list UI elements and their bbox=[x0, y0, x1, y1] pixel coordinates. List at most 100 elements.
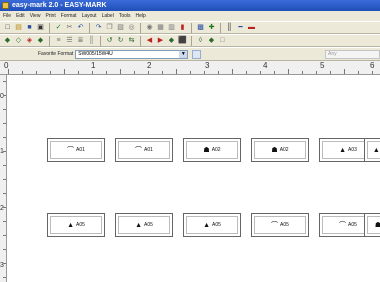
label-symbol-icon: ▲ bbox=[135, 221, 143, 229]
open-icon[interactable]: ▤ bbox=[14, 23, 23, 32]
label-tile[interactable]: ▲ A05 bbox=[47, 213, 105, 237]
print-icon[interactable]: ▣ bbox=[36, 23, 45, 32]
ruler-tick bbox=[218, 71, 219, 74]
undo-icon[interactable]: ↶ bbox=[76, 23, 85, 32]
menu-format[interactable]: Format bbox=[61, 13, 77, 19]
arrow-left-icon[interactable]: ◆ bbox=[3, 36, 12, 45]
align-right-icon[interactable]: ≣ bbox=[76, 36, 85, 45]
barcode-icon[interactable]: ║ bbox=[225, 23, 234, 32]
ruler-tick bbox=[3, 277, 6, 278]
label-tile[interactable]: ☗ A02 bbox=[183, 138, 241, 162]
label-text: A02 bbox=[211, 147, 221, 153]
align-left-icon[interactable]: ≡ bbox=[54, 36, 63, 45]
chevron-down-icon[interactable]: ▼ bbox=[179, 50, 188, 58]
ruler-tick bbox=[3, 95, 6, 96]
ruler-tick bbox=[106, 71, 107, 74]
table-icon[interactable]: ▥ bbox=[167, 23, 176, 32]
label-text: A05 bbox=[212, 222, 221, 228]
paste-icon[interactable]: ▧ bbox=[116, 23, 125, 32]
label-tile[interactable]: ▲A bbox=[364, 138, 380, 162]
arrow-down-icon[interactable]: ◈ bbox=[25, 36, 34, 45]
ruler-tick bbox=[3, 165, 6, 166]
vertical-ruler: 0123 bbox=[0, 75, 7, 282]
new-icon[interactable]: □ bbox=[3, 23, 12, 32]
menu-help[interactable]: Help bbox=[136, 13, 146, 19]
ruler-tick bbox=[3, 235, 6, 236]
ruler-number: 5 bbox=[320, 61, 325, 70]
ruler-tick bbox=[162, 71, 163, 74]
ruler-tick bbox=[372, 71, 373, 74]
rotate-right-icon[interactable]: ↻ bbox=[116, 36, 125, 45]
spellcheck-icon[interactable]: ✓ bbox=[54, 23, 63, 32]
menu-label[interactable]: Label bbox=[102, 13, 114, 19]
menu-print[interactable]: Print bbox=[45, 13, 55, 19]
label-tile[interactable]: ⌒ A01 bbox=[47, 138, 105, 162]
frame-icon[interactable]: □ bbox=[218, 36, 227, 45]
ungroup-icon[interactable]: ◊ bbox=[196, 36, 205, 45]
delete-icon[interactable]: ▬ bbox=[247, 23, 256, 32]
label-symbol-icon: ⌒ bbox=[135, 146, 143, 154]
apply-format-button[interactable] bbox=[192, 49, 202, 59]
label-symbol-icon: ▲ bbox=[67, 221, 75, 229]
toolbar-separator bbox=[89, 22, 90, 33]
redo-icon[interactable]: ↷ bbox=[94, 23, 103, 32]
ruler-tick bbox=[288, 69, 289, 74]
layer-icon[interactable]: ◆ bbox=[167, 36, 176, 45]
fill-icon[interactable]: ◆ bbox=[207, 36, 216, 45]
label-tile[interactable]: ☗ bbox=[364, 213, 380, 237]
mirror-icon[interactable]: ⇆ bbox=[127, 36, 136, 45]
group-icon[interactable]: ⬛ bbox=[178, 36, 187, 45]
label-tile[interactable]: ▲ A05 bbox=[183, 213, 241, 237]
zoom-icon[interactable]: ◉ bbox=[145, 23, 154, 32]
ruler-number: 6 bbox=[370, 61, 375, 70]
toolbar-separator bbox=[140, 35, 141, 46]
label-text: A02 bbox=[279, 147, 289, 153]
ruler-tick bbox=[36, 71, 37, 74]
menu-tools[interactable]: Tools bbox=[119, 13, 131, 19]
window-title: easy-mark 2.0 - EASY-MARK bbox=[12, 2, 107, 9]
label-symbol-icon: ☗ bbox=[374, 221, 380, 229]
chart-icon[interactable]: ▮ bbox=[178, 23, 187, 32]
arrow-up-icon[interactable]: ◇ bbox=[14, 36, 23, 45]
arrow-right-icon[interactable]: ◆ bbox=[36, 36, 45, 45]
find-icon[interactable]: ◎ bbox=[127, 23, 136, 32]
move-back-icon[interactable]: ◀ bbox=[145, 36, 154, 45]
ruler-tick bbox=[3, 193, 6, 194]
ruler-tick bbox=[3, 123, 6, 124]
menu-view[interactable]: View bbox=[30, 13, 41, 19]
ruler-tick bbox=[120, 69, 121, 74]
menu-edit[interactable]: Edit bbox=[16, 13, 25, 19]
ruler-tick bbox=[3, 151, 6, 152]
label-canvas[interactable]: ⌒A01⌒A01☗A02☗A02▲A03▲A▲A05▲A05▲A05⌒A05⌒A… bbox=[8, 76, 380, 282]
grid-icon[interactable]: ▦ bbox=[156, 23, 165, 32]
ruler-number: 2 bbox=[147, 61, 152, 70]
copy-icon[interactable]: ❐ bbox=[105, 23, 114, 32]
cut-icon[interactable]: ✂ bbox=[65, 23, 74, 32]
line-icon[interactable]: ━ bbox=[236, 23, 245, 32]
toolbar-separator bbox=[140, 22, 141, 33]
ruler-tick bbox=[358, 71, 359, 74]
menu-file[interactable]: File bbox=[3, 13, 11, 19]
label-symbol-icon: ▲ bbox=[203, 221, 211, 229]
search-field[interactable]: Any bbox=[325, 49, 380, 59]
label-tile[interactable]: ⌒ A01 bbox=[115, 138, 173, 162]
rotate-left-icon[interactable]: ↺ bbox=[105, 36, 114, 45]
ruler-tick bbox=[3, 137, 6, 138]
menu-layout[interactable]: Layout bbox=[82, 13, 97, 19]
label-symbol-icon: ⌒ bbox=[339, 221, 347, 229]
label-tile[interactable]: ☗ A02 bbox=[251, 138, 309, 162]
ruler-tick bbox=[148, 71, 149, 74]
label-tile[interactable]: ⌒ A05 bbox=[251, 213, 309, 237]
save-icon[interactable]: ■ bbox=[25, 23, 34, 32]
distribute-icon[interactable]: ║ bbox=[87, 36, 96, 45]
label-tile[interactable]: ▲ A05 bbox=[115, 213, 173, 237]
ruler-tick bbox=[3, 179, 6, 180]
move-forward-icon[interactable]: ▶ bbox=[156, 36, 165, 45]
label-symbol-icon: ☗ bbox=[271, 146, 278, 154]
ruler-tick bbox=[302, 71, 303, 74]
ruler-tick bbox=[134, 71, 135, 74]
favorite-format-select[interactable]: SW005/15W4U ▼ bbox=[75, 49, 189, 59]
insert-icon[interactable]: ✚ bbox=[207, 23, 216, 32]
image-icon[interactable]: ▩ bbox=[196, 23, 205, 32]
align-center-icon[interactable]: ☰ bbox=[65, 36, 74, 45]
